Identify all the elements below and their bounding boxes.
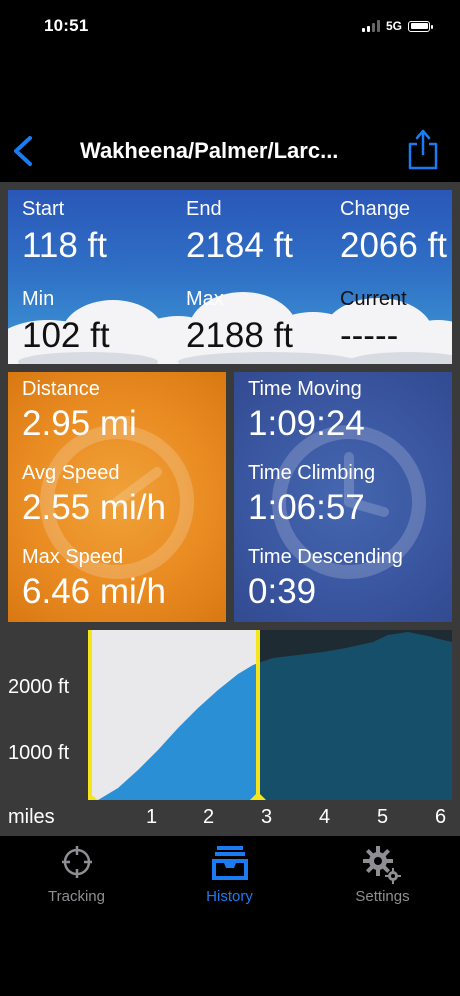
- max-speed-value: 6.46 mi/h: [22, 572, 166, 611]
- chart-y-axis: 2000 ft 1000 ft: [0, 630, 88, 806]
- y-tick-label: 2000 ft: [8, 676, 70, 698]
- distance-label: Distance: [22, 378, 100, 400]
- current-value: -----: [340, 316, 399, 355]
- time-descending-label: Time Descending: [248, 546, 403, 568]
- time-moving-label: Time Moving: [248, 378, 362, 400]
- max-label: Max: [186, 288, 224, 310]
- x-tick-label: 3: [261, 806, 273, 828]
- avg-speed-value: 2.55 mi/h: [22, 488, 166, 527]
- x-tick-label: 4: [319, 806, 331, 828]
- tab-tracking[interactable]: Tracking: [0, 836, 153, 916]
- status-indicators: 5G: [361, 15, 433, 37]
- min-label: Min: [22, 288, 55, 310]
- tab-tracking-label: Tracking: [48, 888, 105, 905]
- network-type: 5G: [385, 19, 402, 33]
- avg-speed-label: Avg Speed: [22, 462, 120, 484]
- tab-bar: Tracking History Settings: [0, 836, 460, 996]
- max-value: 2188 ft: [186, 316, 294, 355]
- elevation-profile-chart[interactable]: [88, 630, 452, 800]
- distance-value: 2.95 mi: [22, 404, 137, 443]
- y-tick-label: 1000 ft: [8, 742, 70, 764]
- tab-history[interactable]: History: [153, 836, 306, 916]
- min-value: 102 ft: [22, 316, 110, 355]
- unselected-elevation-area: [258, 632, 452, 800]
- distance-speed-panel: Distance 2.95 mi Avg Speed 2.55 mi/h Max…: [8, 372, 226, 622]
- tab-settings[interactable]: Settings: [306, 836, 459, 916]
- crosshair-icon: [61, 846, 92, 878]
- end-label: End: [186, 198, 222, 220]
- x-tick-label: 2: [203, 806, 215, 828]
- time-descending-value: 0:39: [248, 572, 317, 611]
- x-tick-label: 6: [435, 806, 447, 828]
- page-title: Wakheena/Palmer/Larc...: [80, 138, 339, 163]
- status-time: 10:51: [44, 16, 89, 35]
- time-climbing-value: 1:06:57: [248, 488, 365, 527]
- start-value: 118 ft: [22, 226, 107, 265]
- x-axis-unit-label: miles: [8, 806, 55, 828]
- change-value: 2066 ft: [340, 226, 448, 265]
- share-icon[interactable]: [406, 128, 440, 170]
- change-label: Change: [340, 198, 411, 220]
- time-climbing-label: Time Climbing: [248, 462, 376, 484]
- tab-history-label: History: [206, 888, 253, 905]
- time-panel: Time Moving 1:09:24 Time Climbing 1:06:5…: [234, 372, 452, 622]
- gears-icon: [362, 846, 401, 884]
- start-label: Start: [22, 198, 65, 220]
- x-tick-label: 1: [146, 806, 158, 828]
- cellular-signal-icon: [361, 20, 380, 32]
- max-speed-label: Max Speed: [22, 546, 124, 568]
- time-moving-value: 1:09:24: [248, 404, 365, 443]
- inbox-tray-icon: [211, 846, 248, 880]
- end-value: 2184 ft: [186, 226, 294, 265]
- battery-icon: [408, 20, 433, 32]
- current-label: Current: [340, 288, 407, 310]
- x-tick-label: 5: [377, 806, 389, 828]
- tab-settings-label: Settings: [355, 888, 410, 905]
- back-chevron-icon[interactable]: [10, 134, 38, 168]
- elevation-summary-panel: Start 118 ft End 2184 ft Change 2066 ft …: [8, 190, 452, 364]
